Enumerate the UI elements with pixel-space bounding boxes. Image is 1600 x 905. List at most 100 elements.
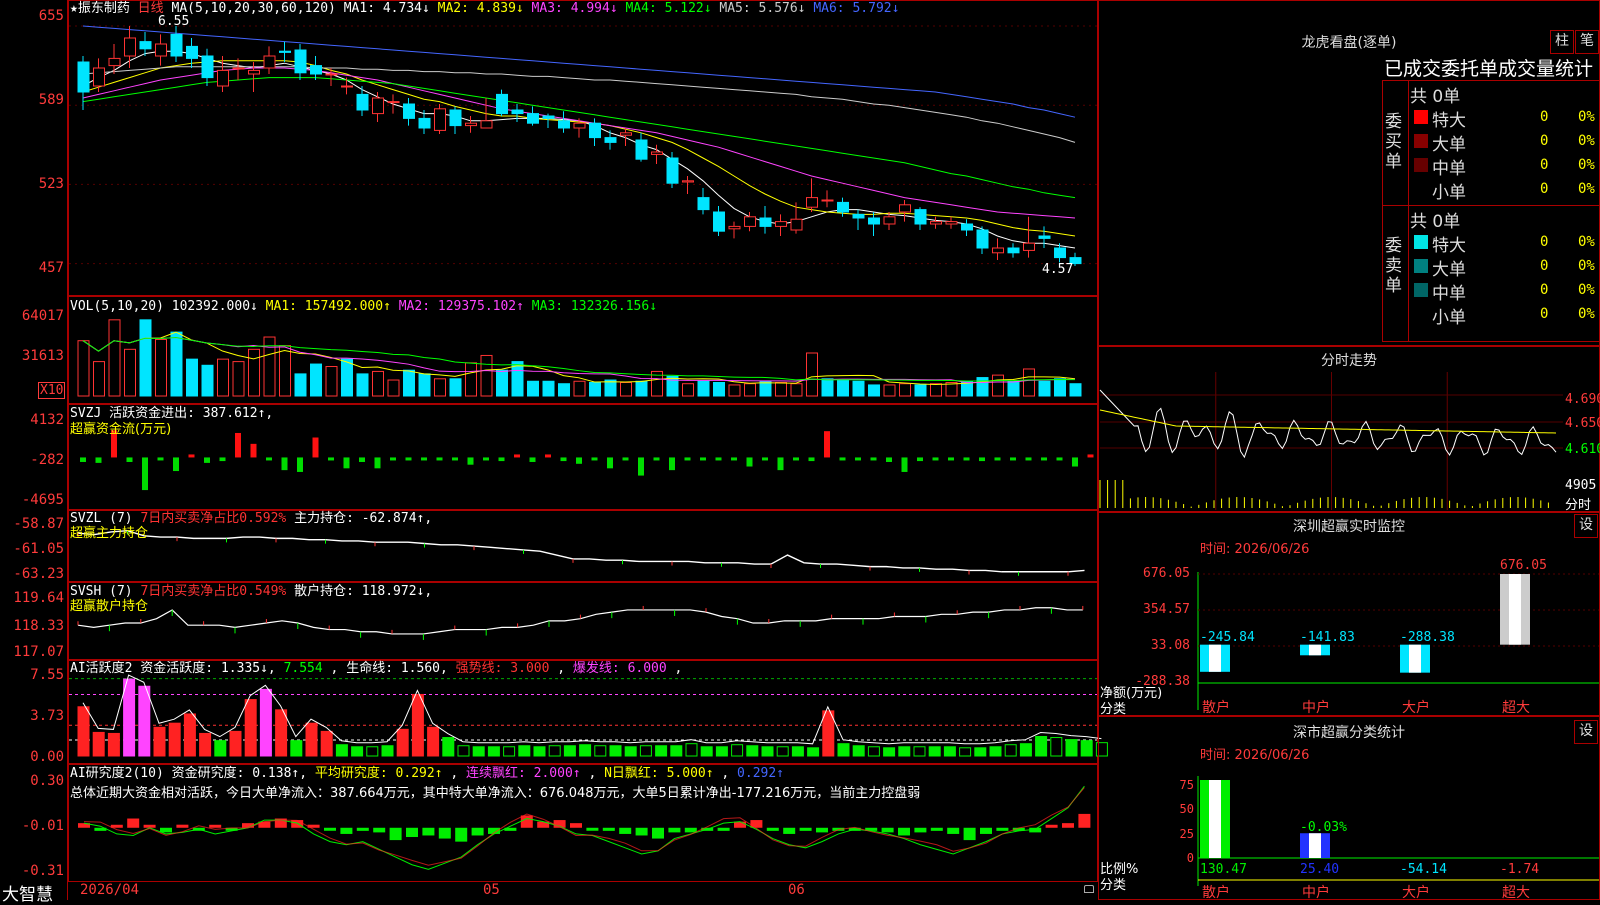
sz-stat-value: 130.47 (1200, 862, 1247, 877)
ai1-h-item: 爆发线: 6.000 (572, 661, 667, 676)
flow-bar (545, 454, 551, 458)
volume-bar (527, 380, 539, 397)
volume-bar (372, 370, 384, 397)
activity-bar (807, 747, 820, 757)
volume-ma-line (82, 331, 1076, 385)
order-size-label: 大单 (1432, 260, 1466, 280)
research-bar (406, 827, 418, 838)
candle (759, 217, 772, 227)
volume-bar (217, 358, 229, 397)
volume-bar (620, 381, 632, 397)
activity-bar (1035, 736, 1048, 757)
candle (620, 132, 632, 136)
flow-bar (204, 457, 210, 463)
flow-bar (622, 457, 629, 461)
volume-bar (759, 380, 772, 397)
research-bar (1062, 823, 1074, 828)
research-bar (373, 827, 386, 833)
activity-bar (381, 745, 394, 757)
candle (511, 109, 524, 115)
ma-line (82, 67, 1076, 219)
candle (201, 55, 214, 79)
candle (387, 101, 400, 104)
legend-swatch (1414, 283, 1428, 297)
research-bar (668, 827, 681, 833)
sz-monitor-y-label: 33.08 (1150, 638, 1190, 653)
flow-bar (467, 457, 474, 465)
volume-bar (992, 374, 1004, 397)
bar-mode-button[interactable]: 柱 (1550, 30, 1574, 54)
flow-bar (560, 457, 567, 462)
legend-swatch (1414, 110, 1428, 124)
svzl-h-item: 主力持仓: -62.874↑, (286, 511, 433, 526)
volume-bar (775, 381, 787, 397)
sz-monitor-value: -288.38 (1400, 630, 1455, 645)
sz-monitor-value: -245.84 (1200, 630, 1255, 645)
flow-bar (715, 457, 722, 461)
research-bar (602, 827, 615, 831)
sz-monitor-value: 676.05 (1500, 558, 1547, 573)
research-bar (176, 824, 189, 828)
volume-bar (744, 383, 756, 397)
fenshi-panel[interactable] (1098, 346, 1600, 512)
candle (635, 139, 648, 160)
research-bar (209, 824, 222, 828)
volume-bar (682, 383, 694, 397)
volume-bar (914, 384, 927, 397)
volume-bar (666, 375, 679, 397)
tick-mode-button[interactable]: 笔 (1575, 30, 1599, 54)
sz-monitor-title: 深圳超赢实时监控 (1293, 519, 1405, 535)
flow-bar (281, 457, 288, 471)
activity-bar (229, 730, 242, 757)
ma-list-item: MA2: 4.839↓ (429, 1, 524, 16)
activity-bar (518, 745, 531, 757)
candle (186, 45, 198, 59)
ai1-h-item: 强势线: 3.000 (455, 661, 550, 676)
candle (155, 43, 167, 57)
order-count: 0 (1540, 157, 1549, 173)
activity-bar (928, 746, 941, 757)
ai1-y-2: 0.00 (30, 749, 64, 765)
flow-bar (312, 437, 319, 458)
sz-monitor-settings-button[interactable]: 设 (1574, 514, 1598, 538)
volume-bar (837, 379, 849, 397)
research-bar (291, 820, 304, 828)
volume-bar (124, 348, 136, 397)
candle (930, 221, 942, 225)
sz-stat-category: 大户 (1402, 885, 1430, 901)
research-bar (783, 827, 796, 834)
svzl-header: SVZL (7) 7日内买卖净占比0.592% 主力持仓: -62.874↑, (70, 511, 432, 527)
sz-stat-settings-button[interactable]: 设 (1574, 720, 1598, 744)
flow-bar (514, 454, 520, 458)
sz-stat-y-label: 50 (1179, 802, 1194, 817)
flow-bar (576, 457, 582, 464)
sz-stat-y-label: 75 (1179, 777, 1194, 792)
volume-bar (294, 373, 307, 397)
candle (232, 67, 245, 70)
volume-bar (356, 373, 369, 397)
flow-bar (591, 457, 598, 461)
activity-bar (396, 728, 409, 757)
lhkp-col-divider (1408, 80, 1409, 342)
flow-bar (684, 457, 691, 461)
ai2-header: AI研究度2(10) 资金研究度: 0.138↑, 平均研究度: 0.292↑ … (70, 766, 784, 782)
candle (418, 117, 431, 129)
order-size-label: 特大 (1432, 236, 1466, 256)
star-icon[interactable]: ★ (70, 1, 78, 16)
low-price-label: 4.57 (1042, 262, 1074, 277)
research-bar (520, 815, 533, 828)
lock-icon[interactable] (1084, 885, 1094, 893)
svzl-h-item: 7日内买卖净占比0.592% (132, 511, 287, 526)
ai2-h-item: 连续飘红: 2.000↑ (466, 766, 581, 781)
volume-bar (728, 384, 741, 397)
ai1-h-item: AI活跃度2 资金活跃度: 1.335↓, (70, 661, 284, 676)
candle (852, 213, 865, 219)
legend-swatch (1414, 235, 1428, 249)
flow-bar (1010, 457, 1016, 461)
sz-monitor-time: 时间: 2026/06/26 (1200, 542, 1310, 557)
activity-bar (715, 746, 728, 757)
sz-stat-y-label: 0 (1186, 851, 1194, 865)
order-count: 0 (1540, 258, 1549, 274)
activity-bar (670, 745, 683, 757)
candle (480, 120, 493, 129)
